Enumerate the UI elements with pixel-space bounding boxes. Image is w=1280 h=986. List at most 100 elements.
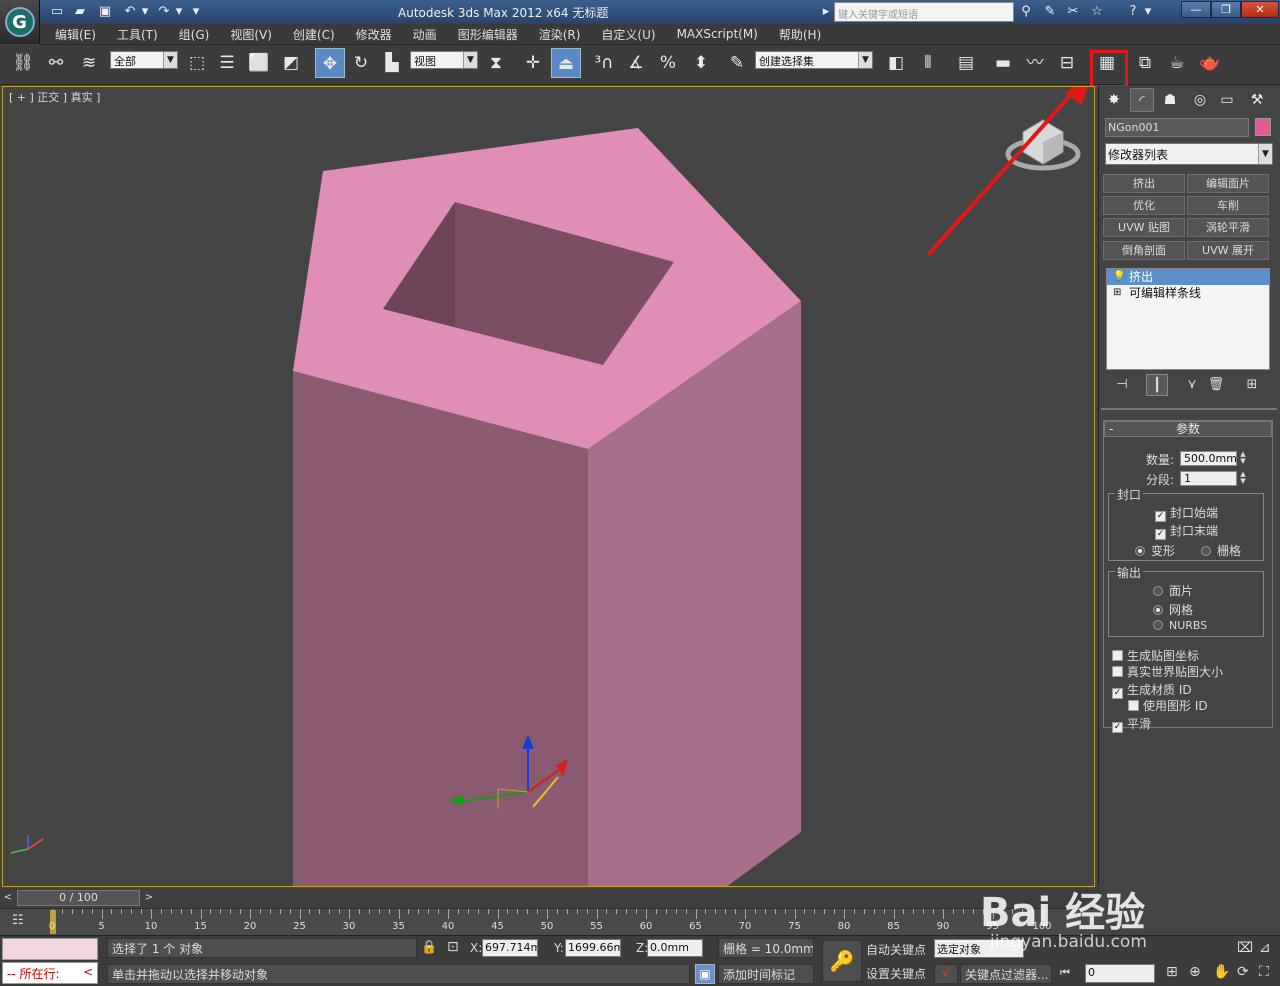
menu-group[interactable]: 组(G) — [179, 26, 210, 43]
rectangular-selection-icon[interactable]: ⬜ — [244, 48, 274, 78]
menu-animation[interactable]: 动画 — [413, 26, 437, 43]
selection-filter-dropdown[interactable]: 全部 ▼ — [110, 51, 178, 69]
curve-editor-icon[interactable]: 〰 — [1020, 48, 1050, 78]
help-search-input[interactable]: 键入关键字或短语 — [834, 2, 1014, 22]
edit-patch-button[interactable]: 编辑面片 — [1187, 174, 1269, 193]
bevel-profile-button[interactable]: 倒角剖面 — [1103, 241, 1185, 260]
snaps-toggle-icon[interactable]: ³∩ — [589, 48, 619, 78]
turbosmooth-button[interactable]: 涡轮平滑 — [1187, 218, 1269, 237]
make-unique-icon[interactable]: ⋎ — [1181, 374, 1203, 396]
optimize-button[interactable]: 优化 — [1103, 196, 1185, 215]
morph-radio[interactable]: 变形 — [1135, 542, 1175, 559]
menu-edit[interactable]: 编辑(E) — [55, 26, 96, 43]
mirror-icon[interactable]: ◧ — [881, 48, 911, 78]
maximize-viewport-icon[interactable]: ⛶ — [1259, 964, 1269, 980]
lock-icon[interactable]: 🔒 — [421, 940, 437, 955]
reference-coordinate-dropdown[interactable]: 视图 ▼ — [410, 51, 478, 69]
key-filters-button[interactable]: 关键点过滤器... — [960, 964, 1052, 984]
show-end-result-icon[interactable]: ┃ — [1146, 374, 1168, 396]
slider-left-arrow-icon[interactable]: < — [2, 890, 14, 906]
time-tag-icon[interactable]: ▣ — [695, 964, 715, 984]
extrude-button[interactable]: 挤出 — [1103, 174, 1185, 193]
auto-key-button[interactable]: 自动关键点 — [866, 941, 926, 958]
redo-icon[interactable]: ↷ — [155, 3, 173, 21]
lightbulb-icon[interactable]: 💡 — [1113, 269, 1125, 285]
modifier-stack[interactable]: 💡 挤出 ⊞ 可编辑样条线 — [1106, 268, 1270, 370]
maxscript-mini-listener[interactable]: -- 所在行: < — [2, 962, 98, 984]
zoom-icon[interactable]: ⊕ — [1189, 964, 1201, 980]
remove-modifier-icon[interactable]: 🗑 — [1205, 374, 1227, 396]
align-icon[interactable]: ⫴ — [913, 48, 943, 78]
layer-manager-icon[interactable]: ▤ — [951, 48, 981, 78]
mesh-radio[interactable]: 网格 — [1153, 601, 1193, 618]
open-file-icon[interactable]: ▰ — [71, 3, 89, 21]
modifier-list-dropdown[interactable]: 修改器列表 ▼ — [1105, 143, 1273, 165]
time-config-icon[interactable]: ⊞ — [1166, 964, 1178, 980]
curve-icon[interactable]: √ — [934, 964, 958, 984]
angle-snap-icon[interactable]: ∡ — [621, 48, 651, 78]
menu-maxscript[interactable]: MAXScript(M) — [677, 27, 758, 41]
track-bar[interactable]: ☷ 0 5 10 15 20 25 30 35 40 45 50 55 60 65 70 75 80 85 90 95… — [0, 908, 1100, 935]
maxscript-listener-pink[interactable] — [2, 938, 98, 960]
menu-views[interactable]: 视图(V) — [230, 26, 272, 43]
object-color-swatch[interactable] — [1255, 118, 1271, 136]
viewport-perspective[interactable]: [ + ] 正交 ] 真实 ] — [2, 86, 1095, 887]
binoculars-icon[interactable]: ⚲ — [1016, 3, 1036, 21]
maximize-button[interactable]: ❐ — [1211, 1, 1241, 18]
hierarchy-tab-icon[interactable]: ☗ — [1158, 88, 1182, 112]
nurbs-radio[interactable]: NURBS — [1153, 619, 1207, 632]
named-selection-dropdown[interactable]: 创建选择集 ▼ — [755, 51, 873, 69]
pivot-center-icon[interactable]: ⧗ — [481, 48, 511, 78]
stack-item-extrude[interactable]: 💡 挤出 — [1107, 269, 1269, 285]
spinner-snap-icon[interactable]: ⬍ — [686, 48, 716, 78]
redo-dropdown-icon[interactable]: ▾ — [174, 3, 184, 21]
pan-hand-icon[interactable]: ✋ — [1213, 964, 1230, 980]
motion-tab-icon[interactable]: ◎ — [1188, 88, 1212, 112]
select-and-link-icon[interactable]: ⛓ — [8, 48, 38, 78]
render-setup-icon[interactable]: ⧉ — [1130, 48, 1160, 78]
grid-radio[interactable]: 栅格 — [1201, 542, 1241, 559]
spinner-arrows-icon[interactable]: ▲ ▼ — [1238, 451, 1248, 466]
quick-access-menu-icon[interactable]: ▾ — [190, 3, 202, 21]
subscription-icon[interactable]: ✎ — [1040, 3, 1060, 21]
current-frame-field[interactable]: 0 — [1085, 964, 1155, 983]
select-object-icon[interactable]: ⬚ — [182, 48, 212, 78]
z-coordinate-field[interactable]: 0.0mm — [647, 939, 703, 957]
time-slider[interactable]: < 0 / 100 > — [0, 888, 1100, 908]
patch-radio[interactable]: 面片 — [1153, 582, 1193, 599]
gen-map-coords-checkbox[interactable]: 生成贴图坐标 — [1112, 647, 1199, 664]
select-and-scale-icon[interactable]: ▙ — [377, 48, 407, 78]
keyboard-shortcut-override-icon[interactable]: ⏏ — [551, 48, 581, 78]
zoom-extents-icon[interactable]: ⌧ — [1237, 940, 1253, 956]
mini-curve-editor-icon[interactable]: ☷ — [12, 913, 24, 928]
stack-item-editable-spline[interactable]: ⊞ 可编辑样条线 — [1107, 285, 1269, 301]
expand-plus-icon[interactable]: ⊞ — [1113, 285, 1121, 301]
minimize-button[interactable]: — — [1181, 1, 1211, 18]
spinner-arrows-icon[interactable]: ▲ ▼ — [1238, 471, 1248, 486]
slider-right-arrow-icon[interactable]: > — [143, 890, 155, 906]
lathe-button[interactable]: 车削 — [1187, 196, 1269, 215]
communication-icon[interactable]: ✂ — [1063, 3, 1083, 21]
add-time-tag-button[interactable]: 添加时间标记 — [718, 964, 814, 984]
utilities-tab-icon[interactable]: ⚒ — [1245, 88, 1269, 112]
absolute-transform-icon[interactable]: ⊡ — [447, 939, 459, 955]
viewport-label[interactable]: [ + ] 正交 ] 真实 ] — [9, 89, 100, 105]
menu-graph-editors[interactable]: 图形编辑器 — [458, 26, 518, 43]
parameters-rollout-header[interactable]: - 参数 — [1104, 421, 1272, 437]
configure-modifier-sets-icon[interactable]: ⊞ — [1241, 374, 1263, 396]
amount-spinner[interactable]: 500.0mm — [1180, 451, 1237, 466]
expand-arrow-icon[interactable]: ▸ — [820, 3, 832, 21]
uvw-map-button[interactable]: UVW 贴图 — [1103, 218, 1185, 237]
unwrap-uvw-button[interactable]: UVW 展开 — [1187, 241, 1269, 260]
close-button[interactable]: ✕ — [1241, 1, 1279, 18]
render-production-icon[interactable]: 🫖 — [1195, 48, 1225, 78]
object-name-field[interactable]: NGon001 — [1105, 118, 1249, 137]
new-file-icon[interactable]: ▭ — [48, 3, 66, 21]
menu-customize[interactable]: 自定义(U) — [601, 26, 655, 43]
set-key-icon[interactable]: 🔑 — [822, 940, 862, 982]
schematic-view-icon[interactable]: ⊟ — [1052, 48, 1082, 78]
menu-tools[interactable]: 工具(T) — [117, 26, 158, 43]
percent-snap-icon[interactable]: % — [653, 48, 683, 78]
real-world-map-size-checkbox[interactable]: 真实世界贴图大小 — [1112, 663, 1223, 680]
favorites-star-icon[interactable]: ☆ — [1087, 3, 1107, 21]
